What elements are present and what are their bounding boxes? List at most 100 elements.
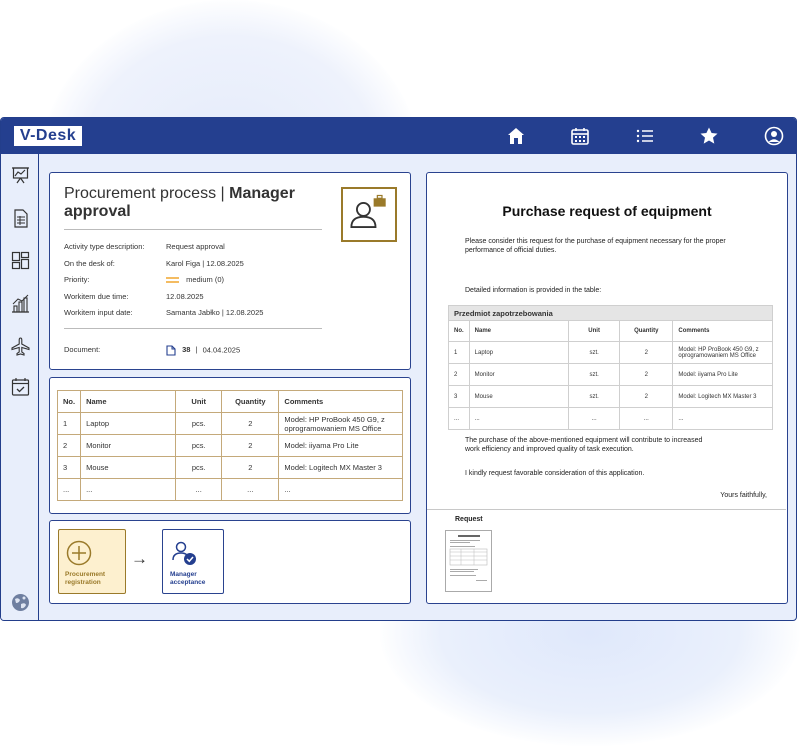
table-cell: ... <box>468 407 570 430</box>
top-bar: V-Desk <box>1 118 796 154</box>
document-request-text: I kindly request favorable consideration… <box>465 470 645 477</box>
info-row: Workitem due time: 12.08.2025 <box>64 292 364 303</box>
table-row: 1 Laptop szt. 2 Model: HP ProBook 450 G9… <box>448 341 773 364</box>
column-header: Name <box>80 390 177 413</box>
process-info-panel: Procurement process | Manager approval A… <box>49 172 411 370</box>
table-title: Przedmiot zapotrzebowania <box>448 305 773 321</box>
calendar-check-icon[interactable] <box>11 377 30 396</box>
manager-avatar-box <box>341 187 397 242</box>
table-cell: pcs. <box>175 456 223 479</box>
table-cell: 2 <box>619 341 674 364</box>
column-header: No. <box>448 320 470 342</box>
column-header: Unit <box>568 320 621 342</box>
info-row: Activity type description: Request appro… <box>64 242 364 253</box>
table-cell: Laptop <box>468 341 570 364</box>
globe-icon[interactable] <box>11 593 30 612</box>
document-closing: The purchase of the above-mentioned equi… <box>465 437 703 453</box>
table-cell: szt. <box>568 341 621 364</box>
table-row: ... ... ... ... ... <box>56 478 403 501</box>
table-cell: Model: HP ProBook 450 G9, z oprogramowan… <box>278 412 403 435</box>
list-icon[interactable] <box>635 126 655 146</box>
user-approve-icon <box>172 541 196 565</box>
document-thumbnail-image <box>449 535 488 581</box>
table-cell: ... <box>568 407 621 430</box>
page-title: Procurement process | Manager approval <box>64 185 324 221</box>
star-icon[interactable] <box>699 126 719 146</box>
manager-briefcase-icon <box>350 194 386 228</box>
table-cell: Mouse <box>468 385 570 408</box>
table-cell: Laptop <box>80 412 177 435</box>
table-row: 1 Laptop pcs. 2 Model: HP ProBook 450 G9… <box>56 412 403 435</box>
field-value: Samanta Jabłko | 12.08.2025 <box>166 308 264 317</box>
priority-value: medium (0) <box>166 275 224 285</box>
sidebar <box>1 154 39 620</box>
info-row: Workitem input date: Samanta Jabłko | 12… <box>64 308 364 319</box>
app-window: V-Desk Procurement process | Manager app… <box>0 117 797 621</box>
column-header: Quantity <box>619 320 674 342</box>
workflow-step-registration[interactable]: Procurement registration <box>58 529 126 594</box>
table-cell: ... <box>278 478 403 501</box>
table-cell: Model: Logitech MX Master 3 <box>278 456 403 479</box>
table-cell: 2 <box>56 434 82 457</box>
document-title: Purchase request of equipment <box>502 203 712 219</box>
table-header-row: No. Name Unit Quantity Comments <box>56 390 403 413</box>
table-cell: Model: iiyama Pro Lite <box>278 434 403 457</box>
divider <box>427 509 786 510</box>
user-icon[interactable] <box>764 126 784 146</box>
workflow-step-acceptance[interactable]: Manager acceptance <box>162 529 224 594</box>
home-icon[interactable] <box>506 126 526 146</box>
table-row: 2 Monitor pcs. 2 Model: iiyama Pro Lite <box>56 434 403 457</box>
table-cell: pcs. <box>175 434 223 457</box>
table-cell: ... <box>175 478 223 501</box>
table-cell: 1 <box>56 412 82 435</box>
table-title-row: Przedmiot zapotrzebowania <box>448 305 773 321</box>
field-value: Request approval <box>166 242 225 251</box>
divider <box>64 328 322 329</box>
priority-medium-icon <box>166 276 179 283</box>
app-logo[interactable]: V-Desk <box>13 125 83 147</box>
bar-chart-icon[interactable] <box>11 294 30 313</box>
document-detail-text: Detailed information is provided in the … <box>465 287 602 294</box>
table-cell: Model: HP ProBook 450 G9, z oprogramowan… <box>672 341 773 364</box>
document-list-icon[interactable] <box>11 209 30 228</box>
table-cell: ... <box>221 478 280 501</box>
table-cell: 2 <box>448 363 470 386</box>
table-cell: 3 <box>448 385 470 408</box>
field-label: Activity type description: <box>64 242 145 251</box>
title-prefix: Procurement process | <box>64 185 225 202</box>
document-preview-panel: Purchase request of equipment Please con… <box>426 172 788 604</box>
step-label: Manager acceptance <box>170 571 206 586</box>
presentation-icon[interactable] <box>11 166 30 185</box>
priority-text: medium (0) <box>186 275 225 284</box>
field-value: Karol Figa | 12.08.2025 <box>166 259 244 268</box>
attachment-thumbnail[interactable] <box>445 530 492 592</box>
document-intro: Please consider this request for the pur… <box>465 238 726 254</box>
items-table-panel: No. Name Unit Quantity Comments 1 Laptop… <box>49 377 411 514</box>
column-header: No. <box>56 390 82 413</box>
table-cell: 2 <box>619 385 674 408</box>
calendar-icon[interactable] <box>570 126 590 146</box>
table-cell: pcs. <box>175 412 223 435</box>
file-icon <box>166 345 176 356</box>
table-cell: ... <box>619 407 674 430</box>
dashboard-icon[interactable] <box>11 251 30 270</box>
divider <box>64 229 322 230</box>
table-row: 2 Monitor szt. 2 Model: iiyama Pro Lite <box>448 363 773 386</box>
column-header: Comments <box>672 320 773 342</box>
document-table: Przedmiot zapotrzebowania No. Name Unit … <box>448 305 773 430</box>
column-header: Comments <box>278 390 403 413</box>
table-row: ... ... ... ... ... <box>448 407 773 430</box>
document-signoff: Yours faithfully, <box>720 492 767 499</box>
table-cell: 1 <box>448 341 470 364</box>
field-label: Workitem input date: <box>64 308 133 317</box>
airplane-icon[interactable] <box>11 337 30 356</box>
plus-circle-icon <box>66 540 92 566</box>
table-header-row: No. Name Unit Quantity Comments <box>448 320 773 342</box>
table-cell: Mouse <box>80 456 177 479</box>
table-cell: szt. <box>568 363 621 386</box>
field-label: Workitem due time: <box>64 292 129 301</box>
document-link[interactable]: 38 | 04.04.2025 <box>166 345 240 356</box>
table-cell: Monitor <box>80 434 177 457</box>
table-cell: ... <box>80 478 177 501</box>
table-cell: 2 <box>221 412 280 435</box>
